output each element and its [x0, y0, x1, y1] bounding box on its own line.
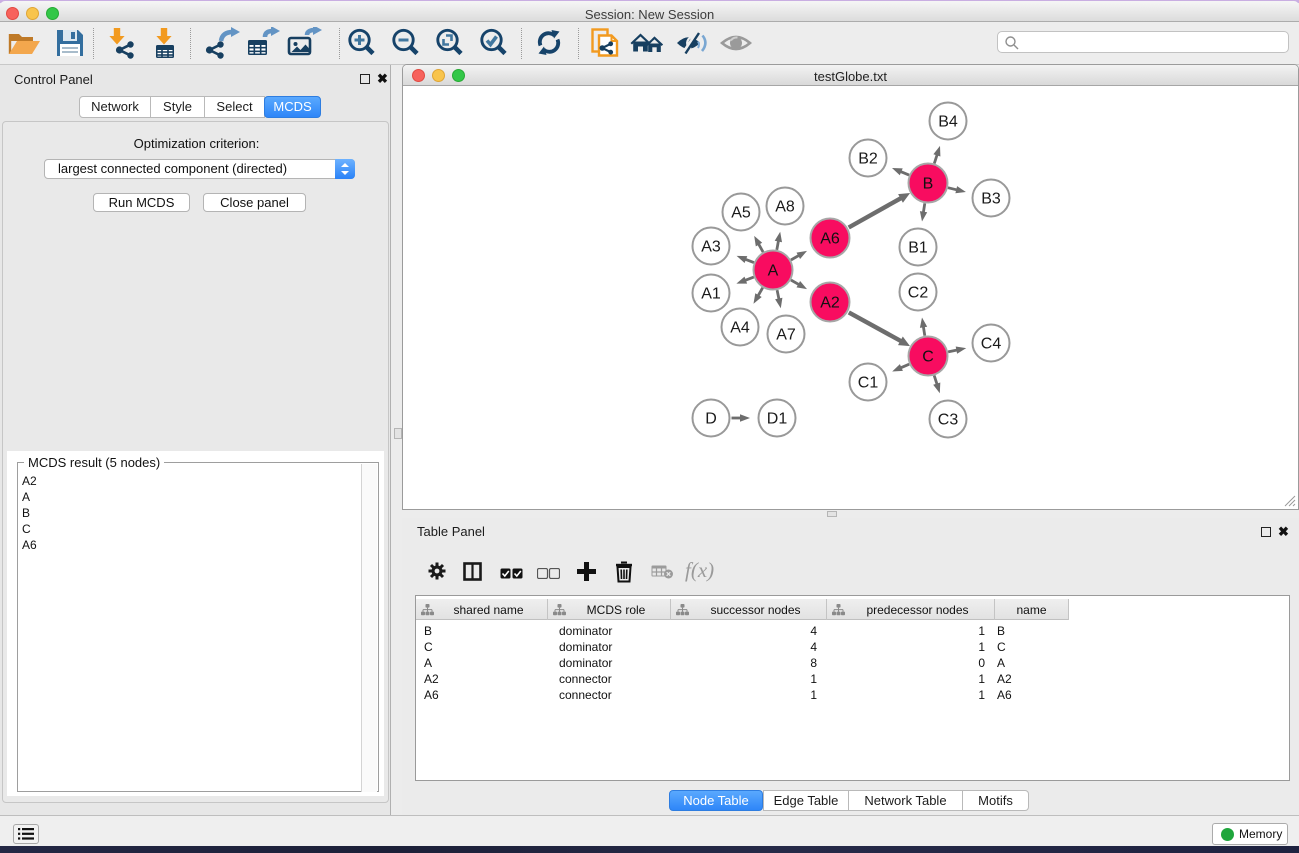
svg-text:C3: C3: [938, 412, 959, 429]
svg-text:A6: A6: [820, 231, 840, 248]
svg-text:C4: C4: [981, 336, 1002, 353]
svg-text:B: B: [923, 176, 934, 193]
svg-text:D1: D1: [767, 411, 788, 428]
svg-text:B2: B2: [858, 151, 878, 168]
svg-text:B3: B3: [981, 191, 1001, 208]
svg-text:A2: A2: [820, 295, 840, 312]
svg-text:A8: A8: [775, 199, 795, 216]
svg-text:C2: C2: [908, 285, 929, 302]
svg-text:A4: A4: [730, 320, 750, 337]
svg-text:A: A: [768, 263, 779, 280]
svg-text:A5: A5: [731, 205, 751, 222]
svg-text:C1: C1: [858, 375, 879, 392]
svg-text:C: C: [922, 349, 934, 366]
svg-text:B1: B1: [908, 240, 928, 257]
svg-text:A7: A7: [776, 327, 796, 344]
svg-text:A1: A1: [701, 286, 721, 303]
svg-text:A3: A3: [701, 239, 721, 256]
svg-text:B4: B4: [938, 114, 958, 131]
svg-text:D: D: [705, 411, 717, 428]
